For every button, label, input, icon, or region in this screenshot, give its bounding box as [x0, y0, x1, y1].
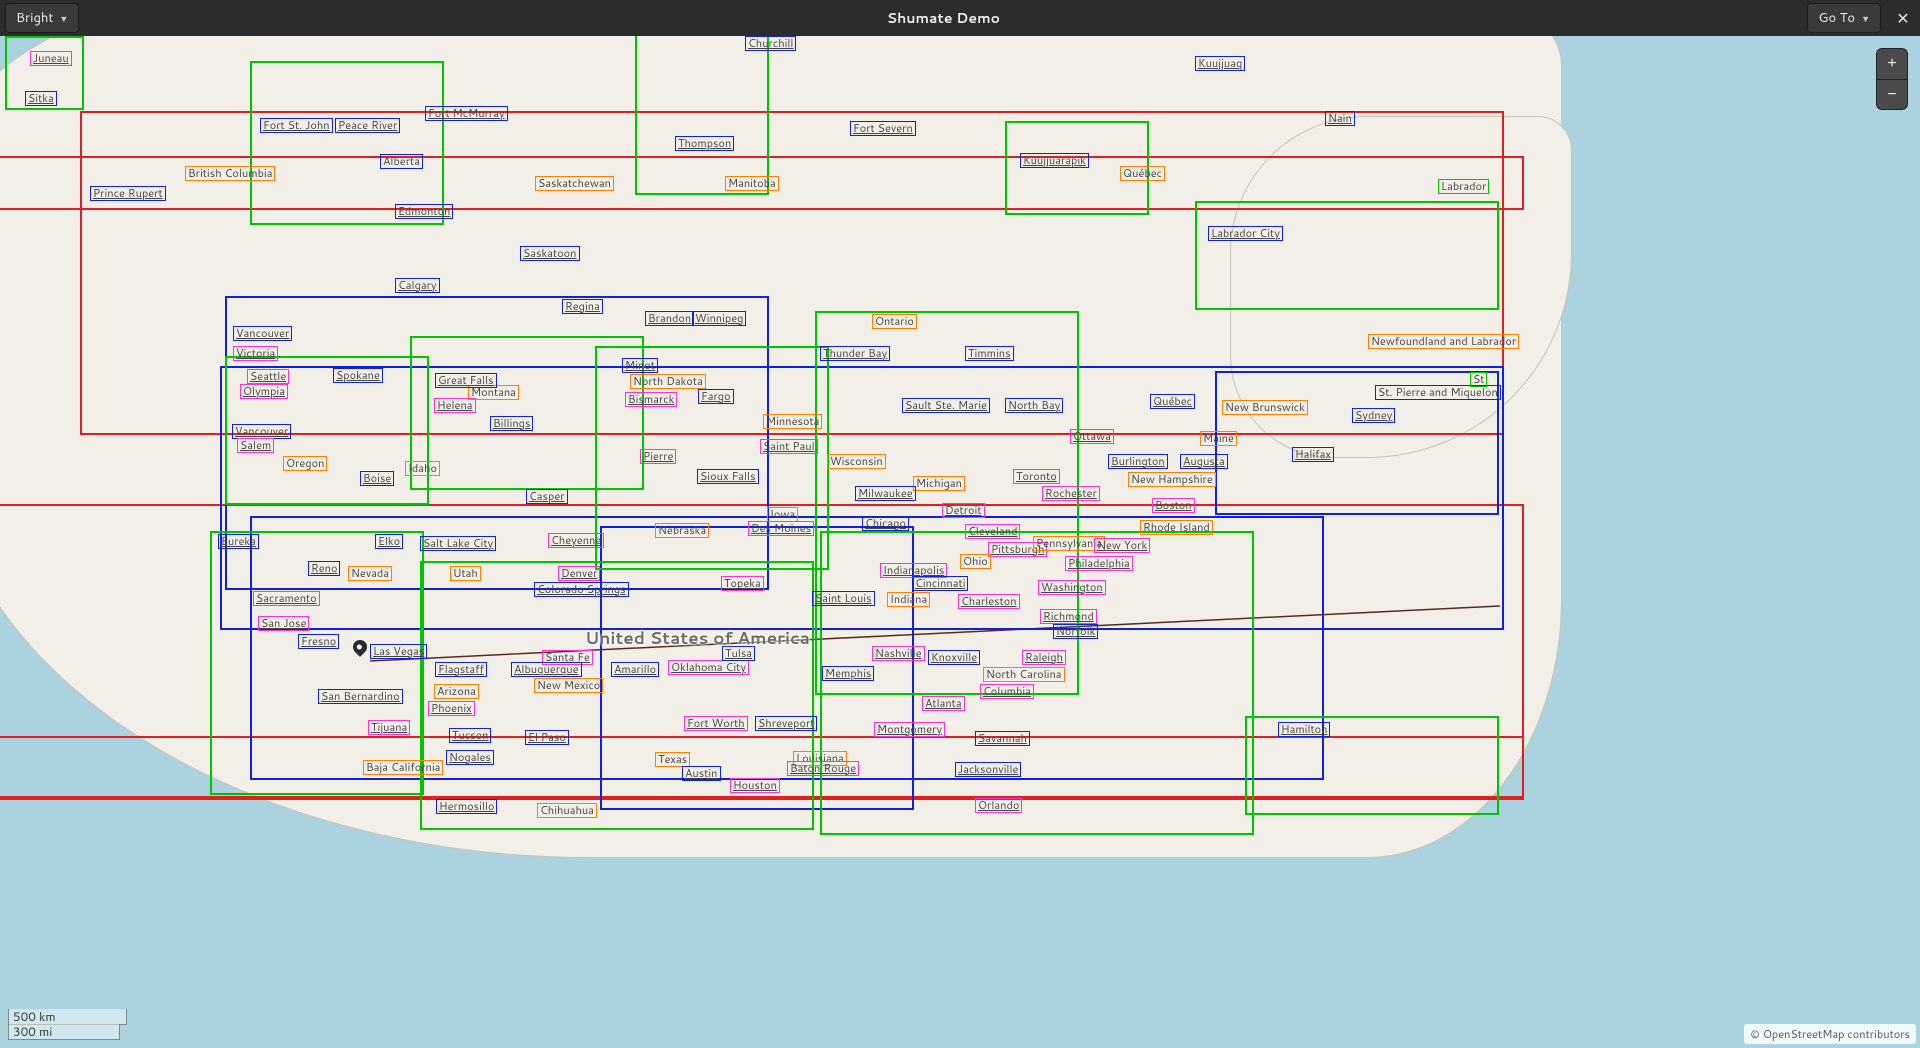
map-style-dropdown[interactable]: Bright ▼ [5, 3, 79, 33]
chevron-down-icon: ▼ [59, 12, 68, 25]
header-bar: Bright ▼ Shumate Demo Go To ▼ ✕ [0, 0, 1920, 36]
scale-mi: 300 mi [8, 1024, 120, 1040]
map-viewport[interactable]: + − 500 km 300 mi © OpenStreetMap contri… [0, 36, 1920, 1048]
chevron-down-icon: ▼ [1861, 12, 1870, 25]
map-style-label: Bright [16, 9, 53, 27]
close-button[interactable]: ✕ [1886, 0, 1920, 36]
scale-bar: 500 km 300 mi [8, 1010, 127, 1040]
goto-label: Go To [1818, 9, 1855, 27]
zoom-control: + − [1876, 48, 1908, 110]
zoom-out-button[interactable]: − [1877, 79, 1907, 109]
zoom-in-button[interactable]: + [1877, 49, 1907, 79]
attribution: © OpenStreetMap contributors [1744, 1024, 1916, 1044]
goto-dropdown[interactable]: Go To ▼ [1807, 3, 1881, 33]
window-title: Shumate Demo [84, 8, 1802, 28]
